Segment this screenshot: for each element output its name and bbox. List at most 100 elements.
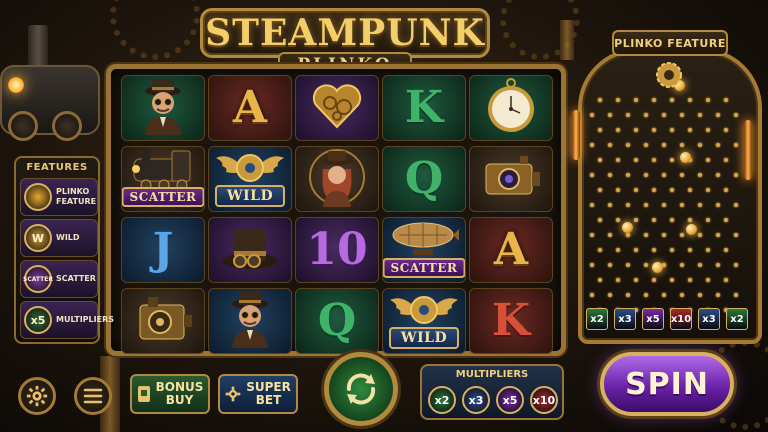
plinko-peg <box>644 203 648 207</box>
plinko-peg <box>590 203 594 207</box>
plinko-peg <box>734 203 738 207</box>
plinko-peg <box>598 158 602 162</box>
plinko-peg <box>590 233 594 237</box>
plinko-peg <box>724 158 728 162</box>
wild-badge: WILD <box>215 185 285 207</box>
symbol-winged-gear: WILD <box>382 288 466 354</box>
plinko-peg <box>652 98 656 102</box>
plinko-peg <box>680 203 684 207</box>
plinko-peg <box>706 278 710 282</box>
symbol-letter: A <box>469 217 553 283</box>
plinko-peg <box>662 293 666 297</box>
symbol-letter: Q <box>382 146 466 212</box>
plinko-peg <box>616 218 620 222</box>
plinko-title-plate: PLINKO FEATURE <box>612 30 728 56</box>
portrait-man-icon <box>220 290 280 352</box>
glowing-tube-icon <box>572 110 580 160</box>
plinko-peg <box>616 158 620 162</box>
symbol-letter-text: A <box>232 82 268 133</box>
plinko-peg <box>716 203 720 207</box>
symbol-portrait-man <box>121 75 205 141</box>
plinko-peg <box>598 188 602 192</box>
plinko-peg <box>598 98 602 102</box>
plinko-peg <box>652 128 656 132</box>
settings-button[interactable] <box>18 377 56 415</box>
scatter-icon: SCATTER <box>23 265 53 293</box>
plinko-peg <box>652 248 656 252</box>
plinko-peg <box>598 128 602 132</box>
plinko-ball-icon <box>686 224 697 235</box>
plinko-peg <box>670 218 674 222</box>
spin-button[interactable]: SPIN <box>600 352 734 416</box>
plinko-peg <box>724 278 728 282</box>
super-bet-label: SUPER BET <box>246 380 291 407</box>
feature-label: SCATTER <box>56 274 96 283</box>
symbol-engine-box <box>121 288 205 354</box>
plinko-peg <box>670 98 674 102</box>
plinko-peg <box>626 233 630 237</box>
wheel-icon <box>52 111 82 141</box>
plinko-peg <box>698 293 702 297</box>
plinko-peg <box>652 188 656 192</box>
plinko-peg <box>634 218 638 222</box>
bonus-buy-button[interactable]: BONUS BUY <box>130 374 210 414</box>
plinko-peg <box>634 98 638 102</box>
plinko-peg <box>608 263 612 267</box>
plinko-peg <box>670 248 674 252</box>
plinko-peg <box>626 203 630 207</box>
features-title: FEATURES <box>26 162 88 173</box>
plinko-peg <box>634 248 638 252</box>
plinko-peg <box>680 143 684 147</box>
autoplay-button[interactable] <box>324 352 398 426</box>
gear-icon <box>225 386 240 402</box>
plinko-ball-icon <box>24 183 52 211</box>
menu-button[interactable] <box>74 377 112 415</box>
plinko-peg <box>616 128 620 132</box>
background-gear-icon <box>110 0 200 60</box>
multipliers-panel: MULTIPLIERS x2 x3 x5 x10 <box>420 364 564 420</box>
plinko-peg <box>590 113 594 117</box>
symbol-letter-text: A <box>493 224 529 275</box>
plinko-peg <box>688 278 692 282</box>
plinko-peg <box>698 233 702 237</box>
heart-gear-icon <box>310 81 364 135</box>
symbol-letter-text: Q <box>317 295 357 346</box>
plinko-peg <box>670 278 674 282</box>
top-hat-icon <box>218 223 282 277</box>
plinko-slot: x2 <box>586 308 608 330</box>
symbol-portrait-woman <box>295 146 379 212</box>
plinko-peg <box>734 293 738 297</box>
plinko-peg <box>706 188 710 192</box>
symbol-pocket-watch <box>469 75 553 141</box>
super-bet-button[interactable]: SUPER BET <box>218 374 298 414</box>
gear-icon <box>26 385 48 407</box>
symbol-letter-text: K <box>404 82 444 133</box>
plinko-slot: x3 <box>698 308 720 330</box>
camera-device-icon <box>480 152 542 206</box>
plinko-peg <box>662 143 666 147</box>
plinko-peg <box>590 173 594 177</box>
plinko-peg <box>724 248 728 252</box>
symbol-letter: Q <box>295 288 379 354</box>
plinko-peg <box>724 218 728 222</box>
plinko-slot: x3 <box>614 308 636 330</box>
plinko-peg <box>680 173 684 177</box>
plinko-board: x2 x3 x5 x10 x3 x2 PLINKO FEATURE <box>578 24 762 344</box>
features-panel: FEATURES PLINKO FEATURE W WILD SCATTER SCATT… <box>14 156 114 344</box>
wheel-icon <box>8 111 38 141</box>
plinko-peg <box>734 113 738 117</box>
symbol-letter: A <box>208 75 292 141</box>
plinko-peg <box>734 173 738 177</box>
multiplier-chip: x5 <box>496 386 524 414</box>
plinko-peg <box>706 128 710 132</box>
multiplier-chip: x3 <box>462 386 490 414</box>
plinko-peg <box>598 248 602 252</box>
plinko-peg <box>734 263 738 267</box>
feature-label: WILD <box>56 233 80 242</box>
plinko-peg <box>598 218 602 222</box>
background-pipe <box>560 20 574 60</box>
scatter-badge: SCATTER <box>383 258 465 278</box>
plinko-peg <box>662 233 666 237</box>
symbol-winged-gear: WILD <box>208 146 292 212</box>
feature-item: PLINKO FEATURE <box>20 178 98 216</box>
